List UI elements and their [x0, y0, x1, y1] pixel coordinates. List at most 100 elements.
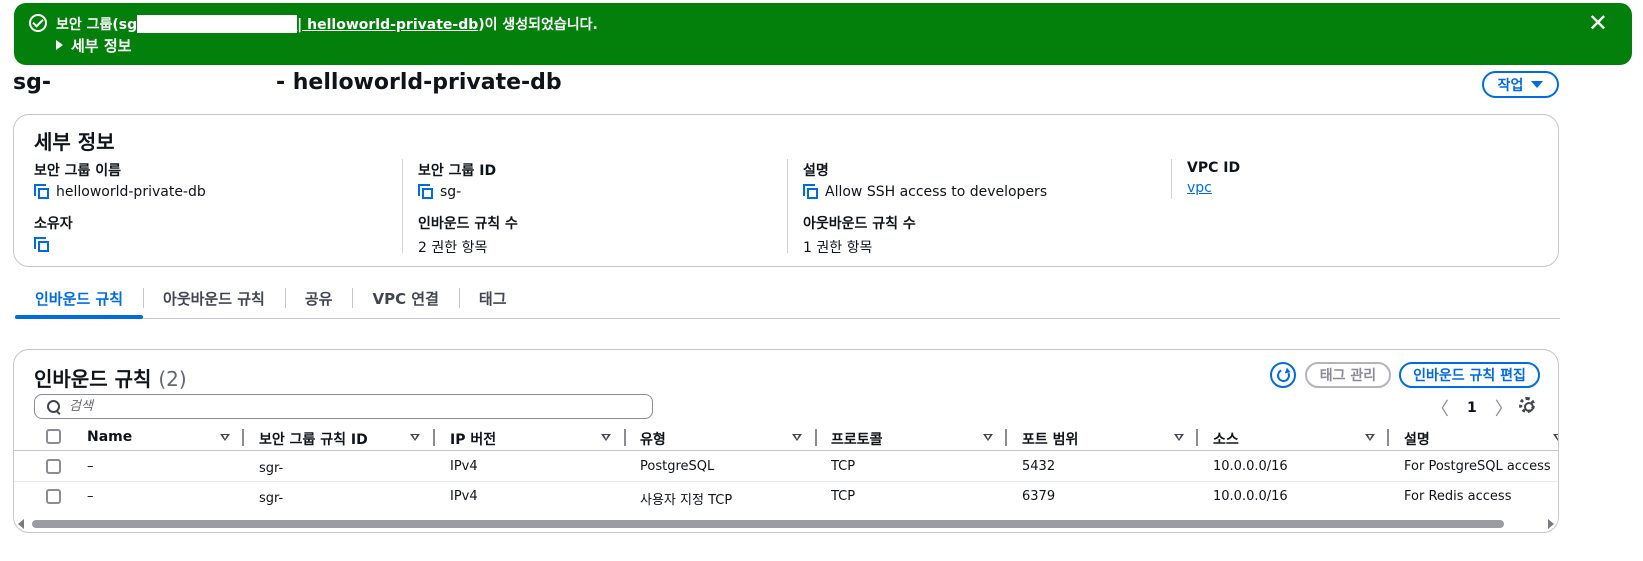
field-sg-name: 보안 그룹 이름 helloworld-private-db	[34, 160, 394, 200]
copy-icon[interactable]	[34, 237, 50, 253]
tab-vpc-associations[interactable]: VPC 연결	[352, 284, 458, 318]
field-outbound-count: 아웃바운드 규칙 수 1 권한 항목	[803, 213, 1163, 257]
copy-icon[interactable]	[803, 184, 819, 200]
cell-description: For PostgreSQL access	[1404, 459, 1551, 474]
column-header[interactable]: Name	[87, 429, 132, 445]
redacted-block	[283, 484, 424, 508]
cell-ip-version: IPv4	[450, 459, 478, 474]
sort-icon[interactable]	[601, 434, 611, 441]
field-label: 인바운드 규칙 수	[418, 216, 518, 232]
row-checkbox[interactable]	[46, 489, 61, 504]
search-icon	[47, 399, 61, 414]
rules-heading-label: 인바운드 규칙	[34, 367, 152, 391]
field-label: 소유자	[34, 216, 73, 232]
table-row[interactable]: – sgr- IPv4 PostgreSQL TCP 5432 10.0.0.0…	[14, 452, 1558, 482]
column-resizer[interactable]	[815, 429, 817, 446]
rules-heading: 인바운드 규칙 (2)	[34, 363, 187, 392]
column-header[interactable]: 포트 범위	[1022, 429, 1078, 449]
field-value: Allow SSH access to developers	[825, 184, 1048, 200]
refresh-icon	[1274, 366, 1292, 384]
field-description: 설명 Allow SSH access to developers	[803, 160, 1163, 200]
actions-button[interactable]: 작업	[1482, 71, 1559, 98]
banner-details-label: 세부 정보	[71, 37, 132, 55]
cell-description: For Redis access	[1404, 489, 1512, 504]
copy-icon[interactable]	[418, 184, 434, 200]
table-header: Name 보안 그룹 규칙 ID IP 버전 유형 프로토콜 포트 범위 소스 …	[14, 425, 1558, 451]
success-banner: 보안 그룹(sg | helloworld-private-db)이 생성되었습니…	[14, 3, 1632, 65]
sort-icon[interactable]	[220, 434, 230, 441]
column-divider	[402, 159, 403, 253]
table-row[interactable]: – sgr- IPv4 사용자 지정 TCP TCP 6379 10.0.0.0…	[14, 481, 1558, 511]
column-header[interactable]: IP 버전	[450, 429, 496, 449]
search-input[interactable]	[69, 399, 629, 414]
cell-rule-id: sgr-	[259, 484, 424, 508]
cell-rule-id-text: sgr-	[259, 461, 284, 476]
sort-icon[interactable]	[1365, 434, 1375, 441]
cell-rule-id: sgr-	[259, 454, 424, 478]
column-resizer[interactable]	[1387, 429, 1389, 446]
refresh-button[interactable]	[1270, 362, 1296, 388]
cell-protocol: TCP	[831, 489, 856, 504]
field-value: helloworld-private-db	[56, 184, 206, 200]
field-label: 아웃바운드 규칙 수	[803, 216, 916, 232]
field-inbound-count: 인바운드 규칙 수 2 권한 항목	[418, 213, 778, 257]
page-title: sg- - helloworld-private-db	[13, 68, 562, 95]
page-number[interactable]: 1	[1467, 400, 1477, 416]
cell-type: PostgreSQL	[640, 459, 715, 474]
scroll-left-icon[interactable]	[18, 519, 24, 529]
column-header[interactable]: 프로토콜	[831, 429, 883, 449]
sort-icon[interactable]	[983, 434, 993, 441]
column-header[interactable]: 소스	[1213, 429, 1239, 449]
banner-sg-link[interactable]: | helloworld-private-db	[297, 17, 478, 33]
field-value: 1 권한 항목	[803, 240, 873, 256]
tab-inbound-rules[interactable]: 인바운드 규칙	[15, 284, 144, 319]
field-label: 보안 그룹 이름	[34, 163, 122, 179]
column-header[interactable]: 설명	[1404, 429, 1430, 449]
scroll-right-icon[interactable]	[1548, 519, 1554, 529]
pagination: 〈 1 〉	[1431, 395, 1513, 421]
sort-icon[interactable]	[792, 434, 802, 441]
sort-icon[interactable]	[1174, 434, 1184, 441]
column-resizer[interactable]	[242, 429, 244, 446]
field-vpc-id: VPC ID vpc	[1187, 160, 1547, 196]
field-label: VPC ID	[1187, 160, 1241, 176]
select-all-checkbox[interactable]	[46, 429, 61, 444]
manage-tags-button[interactable]: 태그 관리	[1305, 362, 1391, 388]
column-resizer[interactable]	[624, 429, 626, 446]
column-resizer[interactable]	[1005, 429, 1007, 446]
row-checkbox[interactable]	[46, 459, 61, 474]
cell-name: –	[87, 459, 94, 474]
sort-icon[interactable]	[410, 434, 420, 441]
column-resizer[interactable]	[1196, 429, 1198, 446]
tab-tags[interactable]: 태그	[458, 284, 527, 318]
field-value: 2 권한 항목	[418, 240, 488, 256]
cell-port-range: 6379	[1022, 489, 1056, 504]
tab-outbound-rules[interactable]: 아웃바운드 규칙	[143, 284, 285, 318]
vpc-link[interactable]: vpc	[1187, 180, 1212, 196]
chevron-right-icon[interactable]: 〉	[1495, 395, 1513, 421]
column-resizer[interactable]	[433, 429, 435, 446]
gear-icon[interactable]	[1519, 397, 1535, 413]
sort-icon[interactable]	[1553, 434, 1558, 441]
cell-source: 10.0.0.0/16	[1213, 489, 1288, 504]
caret-right-icon	[56, 40, 63, 50]
cell-name: –	[87, 489, 94, 504]
details-heading: 세부 정보	[34, 130, 115, 154]
page-title-suffix: - helloworld-private-db	[275, 70, 562, 95]
column-header[interactable]: 보안 그룹 규칙 ID	[259, 429, 368, 449]
close-icon[interactable]: ✕	[1588, 11, 1608, 35]
horizontal-scrollbar[interactable]	[14, 517, 1558, 531]
banner-message-prefix: 보안 그룹(sg	[56, 17, 138, 33]
field-value: sg-	[440, 184, 462, 200]
edit-inbound-rules-button[interactable]: 인바운드 규칙 편집	[1399, 362, 1540, 388]
banner-details-toggle[interactable]: 세부 정보	[56, 35, 131, 56]
tab-sharing[interactable]: 공유	[284, 284, 353, 318]
scrollbar-thumb[interactable]	[32, 520, 1504, 528]
copy-icon[interactable]	[34, 184, 50, 200]
chevron-left-icon[interactable]: 〈	[1431, 395, 1449, 421]
search-field[interactable]	[34, 394, 653, 419]
column-header[interactable]: 유형	[640, 429, 666, 449]
field-sg-id: 보안 그룹 ID sg-	[418, 160, 778, 200]
rules-count: (2)	[158, 367, 187, 391]
cell-port-range: 5432	[1022, 459, 1056, 474]
